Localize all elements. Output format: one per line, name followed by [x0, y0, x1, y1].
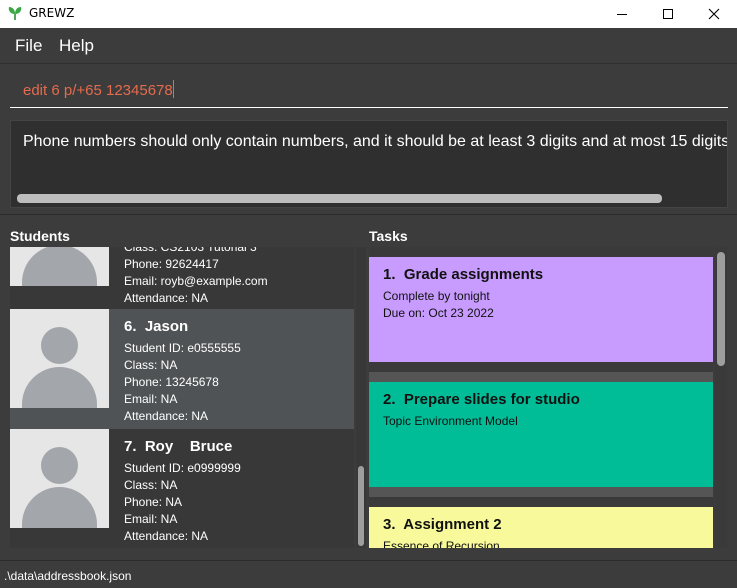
task-title: 1. Grade assignments: [383, 266, 544, 283]
minimize-button[interactable]: [599, 0, 645, 28]
avatar: [10, 247, 109, 286]
avatar: [10, 429, 109, 528]
student-name: 7. Roy Bruce: [124, 438, 233, 455]
task-card[interactable]: 3. Assignment 2 Essence of Recursion: [369, 507, 713, 548]
student-email: Email: NA: [124, 392, 178, 406]
student-name: 6. Jason: [124, 318, 189, 335]
student-id: Student ID: e0999999: [124, 461, 241, 475]
task-due-date: Due on: Oct 23 2022: [383, 306, 494, 320]
title-bar: GREWZ: [0, 0, 737, 28]
task-description: Essence of Recursion: [383, 539, 500, 548]
task-description: Topic Environment Model: [383, 414, 518, 428]
app-leaf-icon: [8, 7, 22, 20]
student-attendance: Attendance: NA: [124, 409, 209, 423]
menu-help[interactable]: Help: [59, 36, 94, 56]
student-phone: Phone: 13245678: [124, 375, 219, 389]
students-label: Students: [10, 228, 70, 244]
student-class: Class: NA: [124, 478, 178, 492]
student-id: Student ID: e0555555: [124, 341, 241, 355]
menu-file[interactable]: File: [15, 36, 42, 56]
student-phone: Phone: 92624417: [124, 257, 219, 271]
students-list[interactable]: Class: CS2103 Tutorial 3 Phone: 92624417…: [10, 247, 354, 548]
task-description: Complete by tonight: [383, 289, 490, 303]
student-attendance: Attendance: NA: [124, 291, 209, 305]
student-card[interactable]: Class: CS2103 Tutorial 3 Phone: 92624417…: [10, 247, 354, 307]
menu-bar: File Help: [0, 28, 737, 64]
command-input[interactable]: edit 6 p/+65 12345678: [10, 70, 728, 108]
task-separator: [369, 372, 713, 382]
student-email: Email: royb@example.com: [124, 274, 268, 288]
student-attendance: Attendance: NA: [124, 529, 209, 543]
task-card[interactable]: 1. Grade assignments Complete by tonight…: [369, 257, 713, 362]
student-email: Email: NA: [124, 512, 178, 526]
avatar: [10, 309, 109, 408]
section-divider: [0, 214, 737, 215]
tasks-list[interactable]: 1. Grade assignments Complete by tonight…: [369, 247, 713, 548]
window-title: GREWZ: [29, 6, 75, 20]
student-class: Class: NA: [124, 358, 178, 372]
task-card[interactable]: 2. Prepare slides for studio Topic Envir…: [369, 382, 713, 487]
result-message: Phone numbers should only contain number…: [23, 133, 728, 150]
student-card[interactable]: 7. Roy Bruce Student ID: e0999999 Class:…: [10, 429, 354, 548]
maximize-icon: [663, 9, 673, 19]
students-scrollbar-thumb[interactable]: [358, 466, 364, 546]
command-input-value: edit 6 p/+65 12345678: [23, 82, 173, 99]
student-card-selected[interactable]: 6. Jason Student ID: e0555555 Class: NA …: [10, 309, 354, 429]
close-button[interactable]: [691, 0, 737, 28]
result-horizontal-scrollbar[interactable]: [17, 194, 662, 203]
task-separator: [369, 487, 713, 497]
tasks-scrollbar-thumb[interactable]: [717, 252, 725, 366]
student-class: Class: CS2103 Tutorial 3: [124, 247, 257, 254]
close-icon: [708, 8, 720, 20]
maximize-button[interactable]: [645, 0, 691, 28]
minimize-icon: [617, 14, 627, 15]
result-display: Phone numbers should only contain number…: [10, 120, 728, 208]
save-file-path: .\data\addressbook.json: [4, 569, 132, 583]
status-bar: .\data\addressbook.json: [0, 560, 737, 588]
student-phone: Phone: NA: [124, 495, 183, 509]
task-title: 2. Prepare slides for studio: [383, 391, 580, 408]
text-caret: [172, 80, 174, 98]
tasks-label: Tasks: [369, 228, 408, 244]
task-title: 3. Assignment 2: [383, 516, 502, 533]
